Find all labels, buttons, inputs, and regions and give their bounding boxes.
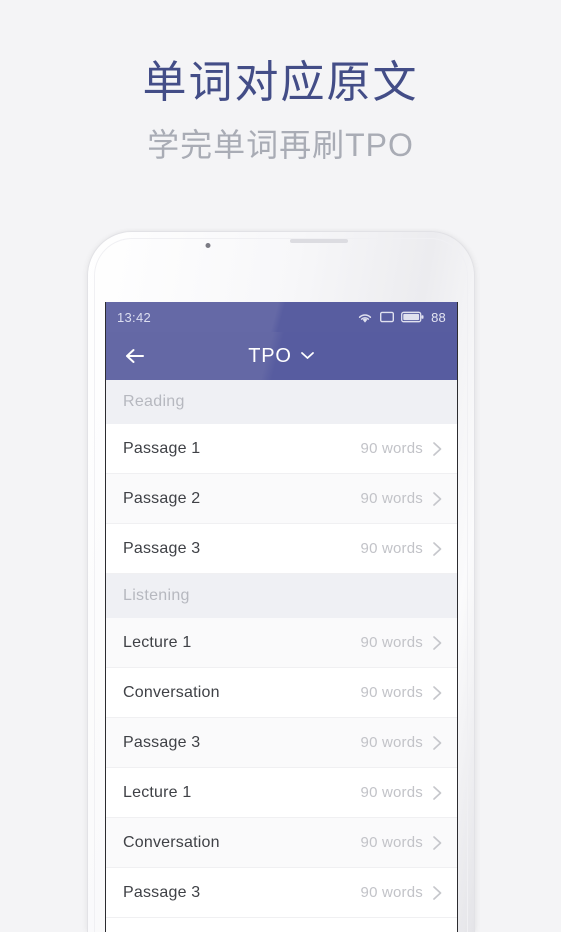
phone-mockup: 13:42 88 TPO Reading Passage 1 90 words … — [88, 232, 474, 932]
list-item-word-count: 90 words — [360, 440, 423, 457]
section-header-label: Reading — [123, 393, 185, 410]
list-item[interactable]: Passage 3 90 words — [106, 524, 457, 574]
chevron-down-icon — [300, 347, 315, 365]
list-item[interactable]: Passage 3 90 words — [106, 868, 457, 918]
list-item-trailing: 90 words — [361, 784, 443, 801]
list-item-word-count: 90 words — [360, 634, 423, 651]
status-icons: 88 — [357, 310, 446, 325]
speaker-grille-icon — [290, 239, 348, 243]
list-item-label: Conversation — [123, 683, 220, 701]
chevron-right-icon — [432, 635, 443, 651]
list-item[interactable]: Passage 3 90 words — [106, 718, 457, 768]
section-header: Reading — [106, 380, 457, 424]
chevron-right-icon — [432, 835, 443, 851]
list-item-word-count: 90 words — [360, 834, 423, 851]
list-item[interactable]: Passage 1 90 words — [106, 424, 457, 474]
sim-card-icon — [380, 311, 395, 323]
promo-header: 单词对应原文 学完单词再刷TPO — [0, 0, 561, 166]
chevron-right-icon — [432, 735, 443, 751]
list-item-word-count: 90 words — [360, 684, 423, 701]
list-item-label: Passage 3 — [123, 539, 201, 557]
battery-percent-label: 88 — [431, 309, 446, 325]
list-item-label: Conversation — [123, 833, 220, 851]
chevron-right-icon — [432, 441, 443, 457]
chevron-right-icon — [432, 685, 443, 701]
list-item-trailing: 90 words — [361, 734, 443, 751]
list-item-trailing: 90 words — [361, 684, 443, 701]
list-item-word-count: 90 words — [360, 884, 423, 901]
list-item-label: Passage 1 — [123, 439, 201, 457]
device-screen: 13:42 88 TPO Reading Passage 1 90 words … — [105, 302, 458, 932]
list-item[interactable]: Passage 2 90 words — [106, 474, 457, 524]
list-item-word-count: 90 words — [360, 490, 423, 507]
battery-icon — [401, 311, 424, 323]
list-item-trailing: 90 words — [361, 884, 443, 901]
list-item-label: Passage 3 — [123, 733, 201, 751]
chevron-right-icon — [432, 491, 443, 507]
list-item-word-count: 90 words — [360, 784, 423, 801]
list-item-word-count: 90 words — [360, 540, 423, 557]
content-list[interactable]: Reading Passage 1 90 words Passage 2 90 word… — [106, 380, 457, 932]
status-bar: 13:42 88 — [106, 302, 457, 332]
promo-title: 单词对应原文 — [142, 58, 419, 107]
promo-subtitle: 学完单词再刷TPO — [147, 127, 414, 163]
list-item-trailing: 90 words — [361, 490, 443, 507]
back-arrow-icon[interactable] — [120, 341, 150, 371]
section-header-label: Listening — [123, 587, 190, 604]
list-item[interactable]: Lecture 1 90 words — [106, 768, 457, 818]
chevron-right-icon — [432, 785, 443, 801]
navigation-bar: TPO — [106, 332, 457, 380]
list-item[interactable]: Lecture 1 90 words — [106, 618, 457, 668]
front-camera-icon — [205, 243, 211, 248]
section-header: Listening — [106, 574, 457, 618]
list-item-trailing: 90 words — [361, 634, 443, 651]
list-item-label: Passage 3 — [123, 883, 201, 901]
list-item-trailing: 90 words — [361, 834, 443, 851]
title-dropdown-button[interactable]: TPO — [248, 345, 315, 368]
wifi-icon — [357, 311, 373, 324]
list-item[interactable]: Conversation 90 words — [106, 668, 457, 718]
list-item-label: Lecture 1 — [123, 783, 192, 801]
list-item-word-count: 90 words — [360, 734, 423, 751]
list-item[interactable]: Conversation 90 words — [106, 818, 457, 868]
chevron-right-icon — [432, 541, 443, 557]
list-item-label: Passage 2 — [123, 489, 201, 507]
list-item-trailing: 90 words — [361, 440, 443, 457]
chevron-right-icon — [432, 885, 443, 901]
list-item-trailing: 90 words — [361, 540, 443, 557]
list-item-label: Lecture 1 — [123, 633, 192, 651]
status-time: 13:42 — [117, 309, 152, 325]
nav-title: TPO — [248, 344, 292, 367]
